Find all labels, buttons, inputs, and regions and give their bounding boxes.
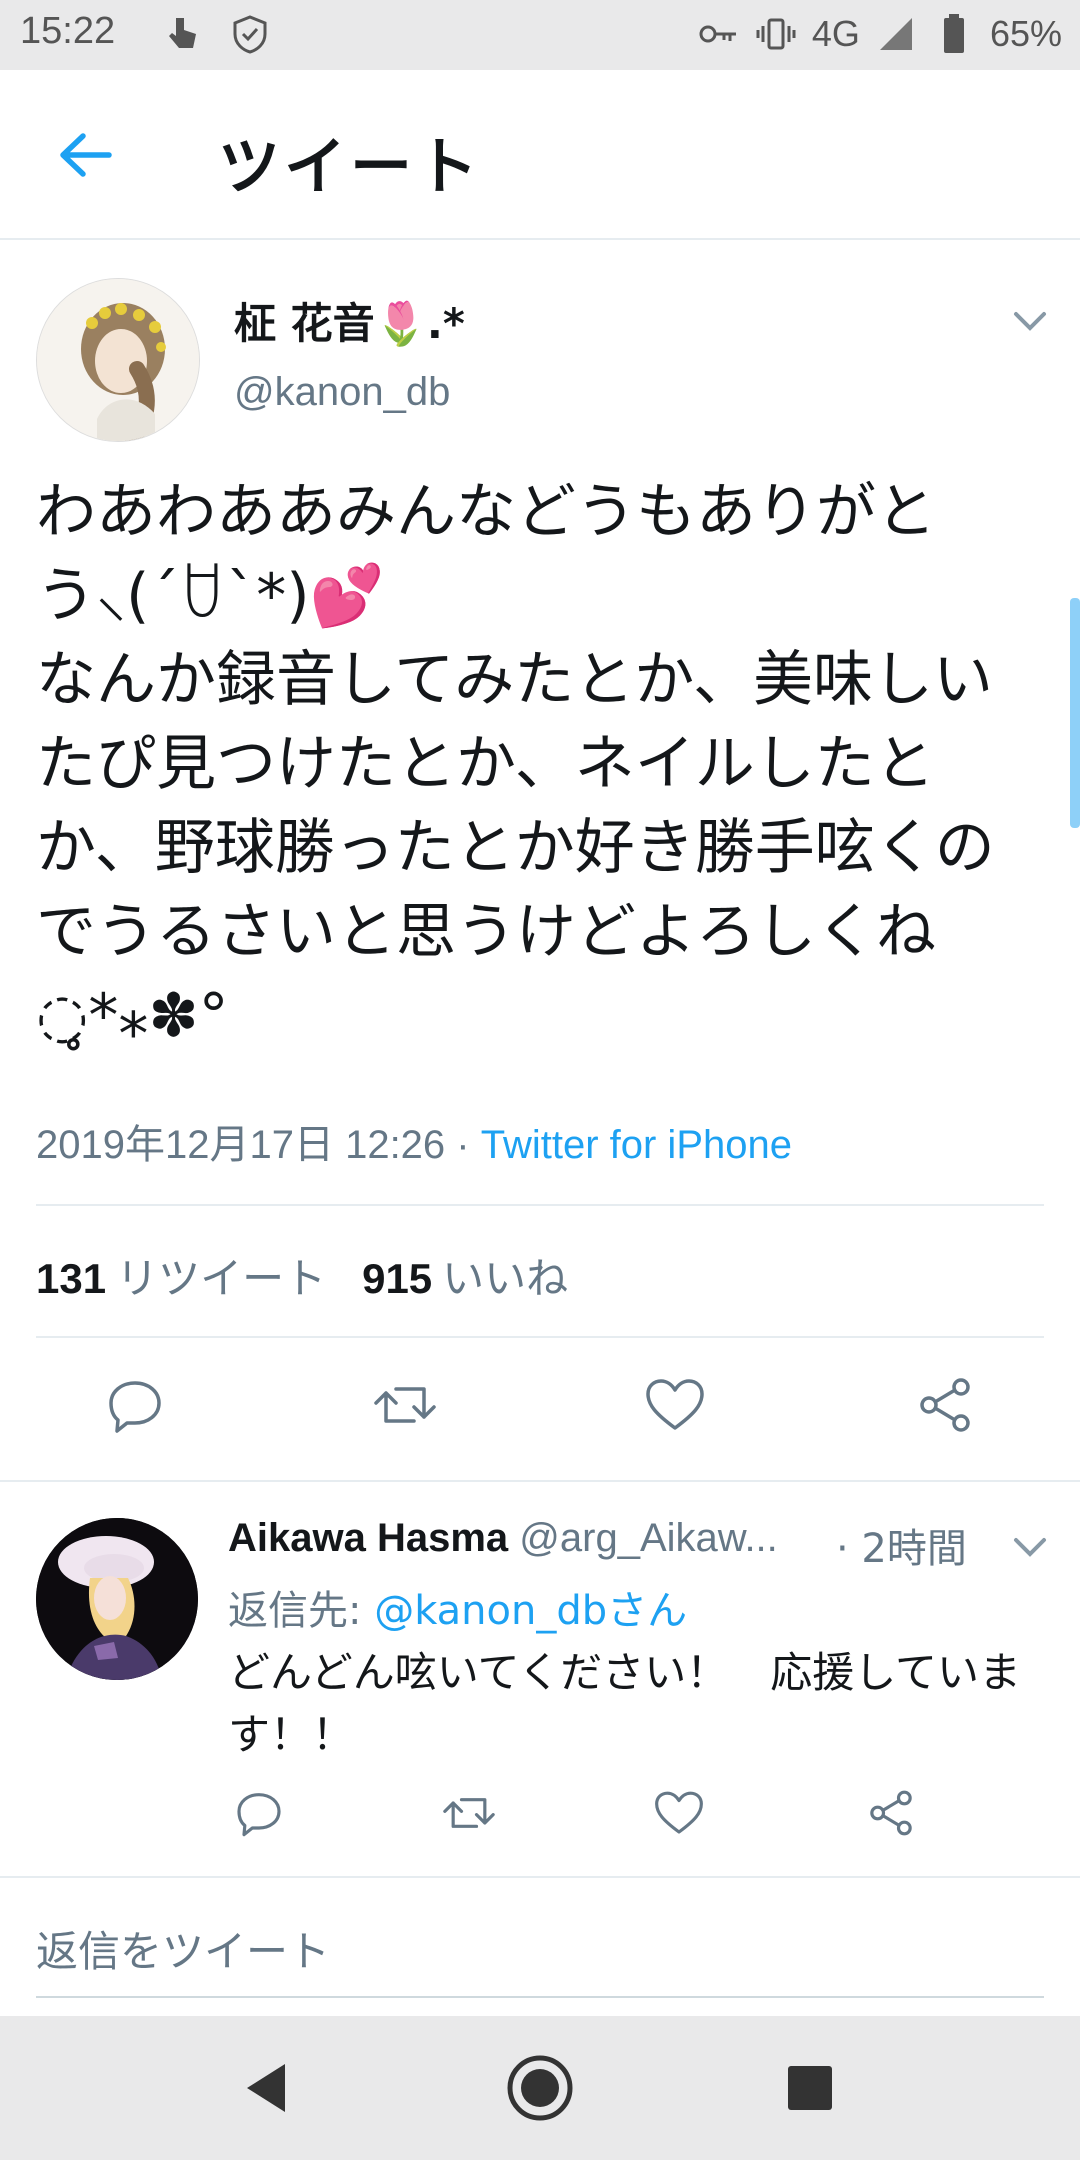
tweet-stats: 131 リツイート 915 いいね [36, 1245, 568, 1306]
reply-author-line: Aikawa Hasma @arg_Aikaw... [228, 1516, 778, 1561]
divider [36, 1336, 1044, 1338]
like-count[interactable]: 915 [362, 1255, 432, 1302]
reply-reply-button[interactable] [224, 1778, 294, 1848]
key-icon [696, 12, 740, 56]
top-app-bar: ツイート [0, 70, 1080, 240]
author-avatar[interactable] [36, 278, 200, 442]
divider [0, 1480, 1080, 1482]
arrow-left-icon [60, 133, 112, 177]
heart-icon [646, 1379, 704, 1430]
nav-recents-button[interactable] [770, 2048, 850, 2128]
tweet-actions [0, 1370, 1080, 1450]
reply-author-handle[interactable]: @arg_Aikaw... [519, 1516, 778, 1560]
share-icon [920, 1378, 970, 1432]
scroll-indicator [1070, 598, 1080, 828]
reply-author-name[interactable]: Aikawa Hasma [228, 1516, 508, 1560]
author-name[interactable]: 柾 花音🌷.* [234, 290, 465, 351]
tweet-meta: 2019年12月17日 12:26 · Twitter for iPhone [36, 1112, 792, 1170]
shield-icon [228, 12, 272, 56]
nav-back-button[interactable] [226, 2048, 306, 2128]
like-label[interactable]: いいね [442, 1255, 568, 1302]
chevron-down-icon[interactable] [1010, 1526, 1050, 1566]
page-title: ツイート [218, 130, 483, 203]
back-button[interactable] [50, 120, 120, 190]
reply-icon [237, 1793, 281, 1837]
tweet-timestamp: 2019年12月17日 12:26 · [36, 1123, 481, 1167]
reply-author-avatar[interactable] [36, 1518, 198, 1680]
author-handle[interactable]: @kanon_db [234, 370, 450, 415]
retweet-count[interactable]: 131 [36, 1255, 106, 1302]
heart-icon [655, 1791, 703, 1834]
system-navigation-bar [0, 2016, 1080, 2160]
reply-like-button[interactable] [644, 1778, 714, 1848]
reply-time: · 2時間 [836, 1526, 967, 1572]
status-time: 15:22 [20, 10, 116, 52]
retweet-label[interactable]: リツイート [116, 1255, 326, 1302]
status-bar: 15:22 4G 65% [0, 0, 1080, 70]
battery-icon [932, 12, 976, 56]
chevron-down-icon[interactable] [1010, 300, 1050, 340]
tweet-source-link[interactable]: Twitter for iPhone [481, 1123, 792, 1167]
reply-text: どんどん呟いてください！ 応援しています！！ [228, 1648, 1021, 1759]
tweet-text: わあわああみんなどうもありがとう⸜(´ꇴ`*)💕 なんか録音してみたとか、美味し… [36, 477, 995, 1051]
reply-to-mention[interactable]: @kanon_dbさん [374, 1588, 687, 1634]
retweet-icon [374, 1387, 436, 1423]
reply-to-label: 返信先: [228, 1588, 375, 1634]
share-icon [870, 1790, 912, 1836]
vibrate-icon [754, 12, 798, 56]
reply-icon [109, 1381, 161, 1433]
retweet-button[interactable] [370, 1370, 440, 1440]
divider [36, 1204, 1044, 1206]
square-recents-icon [788, 2066, 832, 2110]
signal-icon [874, 12, 918, 56]
retweet-icon [443, 1798, 495, 1828]
reply-actions [0, 1778, 1080, 1858]
reply-to-line: 返信先: @kanon_dbさん [228, 1578, 687, 1636]
triangle-back-icon [247, 2064, 285, 2112]
compose-underline [36, 1996, 1044, 1998]
reply-button[interactable] [100, 1370, 170, 1440]
divider [0, 1876, 1080, 1878]
reply-compose-input[interactable]: 返信をツイート [36, 1918, 330, 1979]
reply-retweet-button[interactable] [434, 1778, 504, 1848]
nav-home-button[interactable] [500, 2048, 580, 2128]
network-type: 4G [811, 13, 860, 54]
battery-percent: 65% [989, 13, 1062, 54]
circle-home-icon [507, 2055, 573, 2121]
touch-icon [160, 12, 204, 56]
like-button[interactable] [640, 1370, 710, 1440]
reply-share-button[interactable] [856, 1778, 926, 1848]
share-button[interactable] [910, 1370, 980, 1440]
